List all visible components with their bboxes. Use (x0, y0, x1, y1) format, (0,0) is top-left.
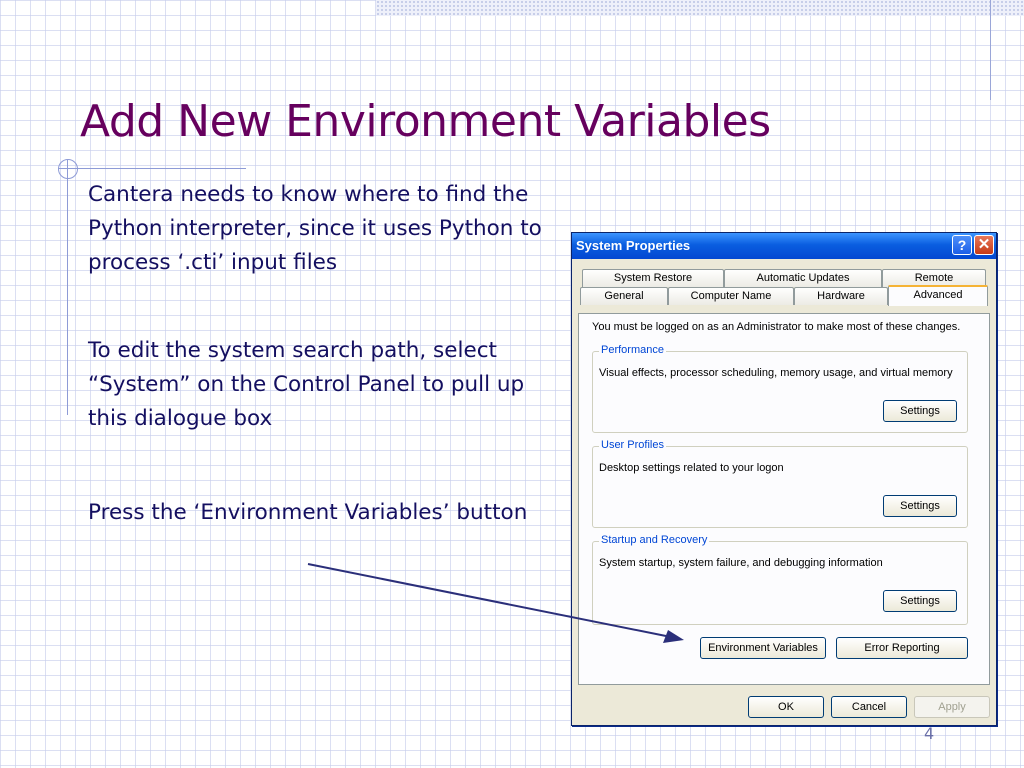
tab-general[interactable]: General (580, 287, 668, 305)
error-reporting-button[interactable]: Error Reporting (836, 637, 968, 659)
decorative-vertical-rule (67, 160, 68, 415)
dialog-titlebar[interactable]: System Properties ? ✕ (572, 233, 996, 259)
performance-settings-button[interactable]: Settings (883, 400, 957, 422)
cancel-button[interactable]: Cancel (831, 696, 907, 718)
help-button[interactable]: ? (952, 235, 972, 255)
group-description: Visual effects, processor scheduling, me… (599, 367, 953, 379)
bullet-text: To edit the system search path, select “… (88, 338, 525, 431)
tab-computer-name[interactable]: Computer Name (668, 287, 794, 305)
group-description: System startup, system failure, and debu… (599, 557, 883, 569)
decorative-vertical-line (990, 0, 991, 100)
tab-hardware[interactable]: Hardware (794, 287, 888, 305)
bullet-text: Press the ‘Environment Variables’ button (88, 500, 528, 525)
group-title: Performance (599, 344, 666, 356)
group-title: Startup and Recovery (599, 534, 710, 546)
bullet-text: Cantera needs to know where to find the … (88, 182, 542, 275)
ok-button[interactable]: OK (748, 696, 824, 718)
performance-group: Performance Visual effects, processor sc… (592, 344, 968, 433)
page-number: 4 (924, 724, 935, 743)
environment-variables-button[interactable]: Environment Variables (700, 637, 826, 659)
decorative-circle-icon (58, 159, 78, 179)
slide-title: Add New Environment Variables (80, 96, 771, 147)
startup-recovery-settings-button[interactable]: Settings (883, 590, 957, 612)
tab-advanced[interactable]: Advanced (888, 285, 988, 306)
tab-system-restore[interactable]: System Restore (582, 269, 724, 287)
group-title: User Profiles (599, 439, 666, 451)
top-dotted-band (376, 0, 1024, 16)
tab-automatic-updates[interactable]: Automatic Updates (724, 269, 882, 287)
apply-button[interactable]: Apply (914, 696, 990, 718)
dialog-title: System Properties (576, 238, 691, 253)
decorative-rule (58, 168, 246, 169)
admin-note: You must be logged on as an Administrato… (592, 321, 961, 333)
user-profiles-settings-button[interactable]: Settings (883, 495, 957, 517)
user-profiles-group: User Profiles Desktop settings related t… (592, 439, 968, 528)
startup-recovery-group: Startup and Recovery System startup, sys… (592, 534, 968, 625)
close-button[interactable]: ✕ (974, 235, 994, 255)
group-description: Desktop settings related to your logon (599, 462, 784, 474)
system-properties-dialog: System Properties ? ✕ System Restore Aut… (571, 232, 997, 726)
